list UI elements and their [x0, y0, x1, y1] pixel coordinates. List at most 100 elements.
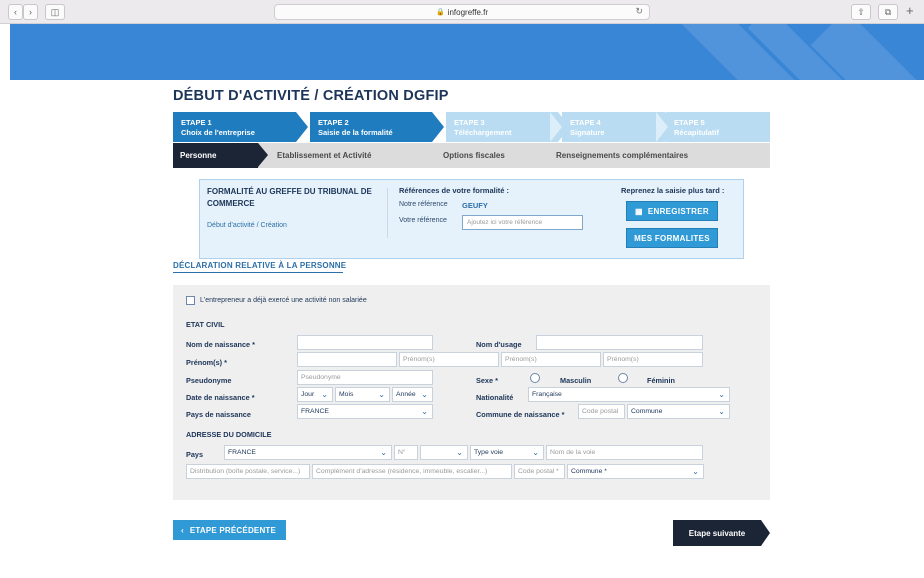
tab-renseignements[interactable]: Renseignements complémentaires — [556, 143, 756, 168]
numero-input[interactable]: N° — [394, 445, 418, 460]
commune-value: Commune * — [571, 468, 607, 475]
pays-naissance-select[interactable]: FRANCE ⌄ — [297, 404, 433, 419]
tab-personne[interactable]: Personne — [173, 143, 258, 168]
prenoms-label: Prénom(s) * — [186, 358, 227, 367]
step-2-label: Saisie de la formalité — [318, 128, 393, 137]
chevron-down-icon: ⌄ — [421, 390, 428, 399]
formality-box: FORMALITÉ AU GREFFE DU TRIBUNAL DE COMME… — [199, 179, 744, 259]
nationalite-value: Française — [532, 391, 562, 398]
previous-step-button[interactable]: ‹ ETAPE PRÉCÉDENTE — [173, 520, 286, 540]
nationalite-select[interactable]: Française ⌄ — [528, 387, 730, 402]
prior-activity-label: L'entrepreneur a déjà exercé une activit… — [200, 297, 367, 304]
commune-naissance-select[interactable]: Commune ⌄ — [627, 404, 730, 419]
step-1-label: Choix de l'entreprise — [181, 128, 255, 137]
nom-voie-input[interactable]: Nom de la voie — [546, 445, 703, 460]
person-form-panel: L'entrepreneur a déjà exercé une activit… — [173, 285, 770, 500]
jour-value: Jour — [301, 391, 315, 398]
page-title: DÉBUT D'ACTIVITÉ / CRÉATION DGFIP — [173, 88, 449, 104]
chevron-down-icon: ⌄ — [692, 467, 699, 476]
chevron-down-icon: ⌄ — [456, 448, 463, 457]
mois-select[interactable]: Mois ⌄ — [335, 387, 390, 402]
url-text: infogreffe.fr — [447, 7, 489, 17]
nom-usage-input[interactable] — [536, 335, 703, 350]
pays-select[interactable]: FRANCE ⌄ — [224, 445, 392, 460]
next-step-button[interactable]: Etape suivante — [673, 520, 761, 546]
mois-value: Mois — [339, 391, 354, 398]
pseudonyme-label: Pseudonyme — [186, 376, 232, 385]
step-3: ETAPE 3 Téléchargement — [446, 112, 558, 142]
nationalite-label: Nationalité — [476, 393, 514, 402]
url-bar[interactable]: 🔒 infogreffe.fr ↻ — [274, 4, 650, 20]
prior-activity-checkbox[interactable] — [186, 296, 195, 305]
forward-icon[interactable]: › — [23, 4, 38, 20]
tab-etablissement[interactable]: Etablissement et Activité — [277, 143, 437, 168]
commune-select[interactable]: Commune * ⌄ — [567, 464, 704, 479]
our-ref-value: GEUFY — [462, 201, 488, 210]
step-5-number: ETAPE 5 — [674, 118, 705, 127]
chevron-down-icon: ⌄ — [718, 407, 725, 416]
sexe-label: Sexe * — [476, 376, 498, 385]
resume-label: Reprenez la saisie plus tard : — [621, 186, 725, 195]
chevron-left-icon: ‹ — [181, 525, 184, 535]
pays-naissance-label: Pays de naissance — [186, 410, 251, 419]
pays-value: FRANCE — [228, 449, 256, 456]
step-4-label: Signature — [570, 128, 605, 137]
step-1[interactable]: ETAPE 1 Choix de l'entreprise — [173, 112, 296, 142]
nom-naissance-label: Nom de naissance * — [186, 340, 255, 349]
save-button[interactable]: ▦ ENREGISTRER — [626, 201, 718, 221]
chevron-down-icon: ⌄ — [321, 390, 328, 399]
step-4: ETAPE 4 Signature — [562, 112, 665, 142]
step-5-label: Récapitulatif — [674, 128, 720, 137]
annee-value: Année — [396, 391, 416, 398]
commune-naissance-label: Commune de naissance * — [476, 410, 565, 419]
back-icon[interactable]: ‹ — [8, 4, 23, 20]
sidebar-icon[interactable]: ◫ — [45, 4, 65, 20]
my-formalities-button[interactable]: MES FORMALITES — [626, 228, 718, 248]
save-button-label: ENREGISTRER — [647, 206, 709, 216]
chevron-down-icon: ⌄ — [380, 448, 387, 457]
jour-select[interactable]: Jour ⌄ — [297, 387, 333, 402]
formality-link[interactable]: Début d'activité / Création — [207, 222, 287, 229]
masculin-radio[interactable] — [530, 373, 540, 383]
indice-select[interactable]: ⌄ — [420, 445, 468, 460]
prenom-1-input[interactable] — [297, 352, 397, 367]
code-postal-naissance-input[interactable]: Code postal — [578, 404, 625, 419]
pays-naissance-value: FRANCE — [301, 408, 329, 415]
step-progress-bar: ETAPE 1 Choix de l'entreprise ETAPE 2 Sa… — [173, 112, 770, 142]
nom-naissance-input[interactable] — [297, 335, 433, 350]
step-2[interactable]: ETAPE 2 Saisie de la formalité — [310, 112, 432, 142]
annee-select[interactable]: Année ⌄ — [392, 387, 433, 402]
complement-adresse-input[interactable]: Complément d'adresse (résidence, immeubl… — [312, 464, 512, 479]
type-voie-select[interactable]: Type voie ⌄ — [470, 445, 544, 460]
tab-options-fiscales[interactable]: Options fiscales — [443, 143, 533, 168]
step-2-number: ETAPE 2 — [318, 118, 349, 127]
distribution-input[interactable]: Distribution (boîte postale, service...) — [186, 464, 310, 479]
lock-icon: 🔒 — [435, 9, 445, 16]
prenom-3-input[interactable]: Prénom(s) — [501, 352, 601, 367]
etat-civil-heading: ETAT CIVIL — [186, 320, 225, 329]
reload-icon[interactable]: ↻ — [635, 6, 643, 17]
chevron-down-icon: ⌄ — [532, 448, 539, 457]
type-voie-value: Type voie — [474, 449, 504, 456]
browser-toolbar: ‹ › ◫ 🔒 infogreffe.fr ↻ ⇧ ⧉ + — [0, 0, 924, 24]
code-postal-input[interactable]: Code postal * — [514, 464, 565, 479]
prenom-2-input[interactable]: Prénom(s) — [399, 352, 499, 367]
pseudonyme-input[interactable]: Pseudonyme — [297, 370, 433, 385]
your-ref-label: Votre référence — [399, 217, 447, 224]
refs-title: Références de votre formalité : — [399, 186, 510, 195]
nom-usage-label: Nom d'usage — [476, 340, 522, 349]
feminin-radio[interactable] — [618, 373, 628, 383]
masculin-label: Masculin — [560, 376, 592, 385]
prenom-4-input[interactable]: Prénom(s) — [603, 352, 703, 367]
new-tab-icon[interactable]: + — [906, 3, 914, 18]
step-1-number: ETAPE 1 — [181, 118, 212, 127]
step-4-number: ETAPE 4 — [570, 118, 601, 127]
chevron-down-icon: ⌄ — [718, 390, 725, 399]
previous-step-label: ETAPE PRÉCÉDENTE — [189, 525, 277, 535]
your-ref-input[interactable]: Ajoutez ici votre référence — [462, 215, 583, 230]
step-5: ETAPE 5 Récapitulatif — [666, 112, 770, 142]
share-icon[interactable]: ⇧ — [851, 4, 871, 20]
tabs-icon[interactable]: ⧉ — [878, 4, 898, 20]
formality-title: FORMALITÉ AU GREFFE DU TRIBUNAL DE COMME… — [207, 187, 372, 208]
chevron-down-icon: ⌄ — [421, 407, 428, 416]
